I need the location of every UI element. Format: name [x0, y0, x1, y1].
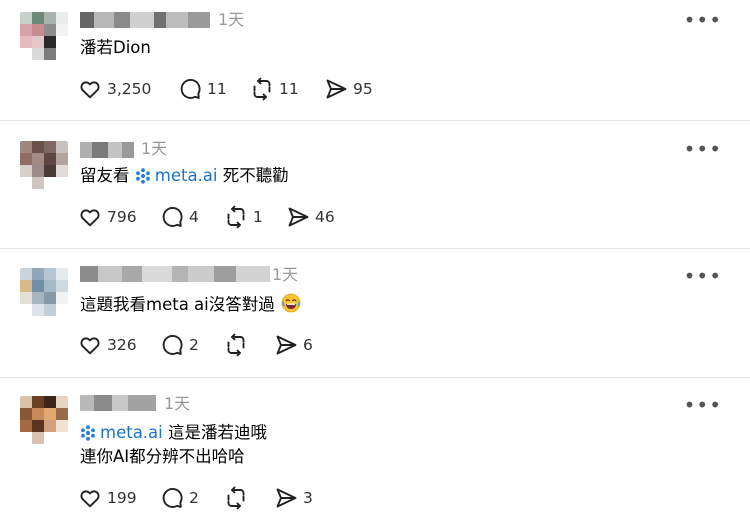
share-button[interactable]: 46 — [286, 205, 335, 229]
more-icon: ••• — [683, 8, 722, 32]
avatar[interactable] — [20, 141, 68, 189]
like-button[interactable]: 199 — [78, 486, 137, 510]
like-count: 796 — [107, 208, 137, 226]
timestamp[interactable]: 1天 — [272, 265, 298, 285]
share-button[interactable]: 6 — [274, 333, 313, 357]
share-button[interactable]: 95 — [324, 77, 373, 101]
reply-count: 2 — [189, 336, 199, 354]
send-icon — [286, 205, 310, 229]
post-text-line: 這題我看meta ai沒答對過 — [80, 295, 275, 314]
more-icon: ••• — [683, 393, 722, 417]
share-count: 46 — [315, 208, 335, 226]
timestamp[interactable]: 1天 — [164, 394, 190, 414]
username-redacted[interactable] — [80, 12, 210, 28]
comment-icon — [160, 333, 184, 357]
comment-icon — [160, 486, 184, 510]
post-text: meta.ai 這是潘若迪哦 — [80, 421, 267, 445]
avatar[interactable] — [20, 12, 68, 60]
mention-link[interactable]: meta.ai — [80, 423, 163, 442]
username-redacted[interactable] — [80, 266, 270, 282]
thread-reply: 1天 ••• 這題我看meta ai沒答對過 326 2 6 — [0, 249, 750, 377]
post-text-suffix: 死不聽勸 — [217, 166, 289, 185]
share-button[interactable]: 3 — [274, 486, 313, 510]
share-count: 6 — [303, 336, 313, 354]
like-count: 199 — [107, 489, 137, 507]
repost-button[interactable] — [224, 486, 253, 510]
heart-icon — [78, 205, 102, 229]
like-button[interactable]: 326 — [78, 333, 137, 357]
more-button[interactable]: ••• — [684, 10, 722, 30]
post-text-line-2: 連你AI都分辨不出哈哈 — [80, 447, 245, 466]
repost-icon — [224, 486, 248, 510]
username-redacted[interactable] — [80, 142, 134, 158]
post-text-prefix: 留友看 — [80, 166, 135, 185]
avatar[interactable] — [20, 396, 68, 444]
more-icon: ••• — [683, 264, 722, 288]
reply-button[interactable]: 4 — [160, 205, 199, 229]
thread-reply: 1天 ••• meta.ai 這是潘若迪哦 連你AI都分辨不出哈哈 199 2 … — [0, 378, 750, 518]
avatar[interactable] — [20, 268, 68, 316]
like-button[interactable]: 796 — [78, 205, 137, 229]
mention-text: meta.ai — [100, 423, 163, 442]
timestamp[interactable]: 1天 — [141, 139, 167, 159]
reply-button[interactable]: 2 — [160, 333, 199, 357]
laughing-emoji-icon — [281, 293, 301, 313]
reply-button[interactable]: 11 — [178, 77, 227, 101]
username-redacted[interactable] — [80, 395, 156, 411]
post-text: 這題我看meta ai沒答對過 — [80, 293, 301, 317]
share-count: 3 — [303, 489, 313, 507]
more-button[interactable]: ••• — [684, 266, 722, 286]
thread-reply: 1天 ••• 潘若Dion 3,250 11 11 95 — [0, 0, 750, 120]
repost-button[interactable] — [224, 333, 253, 357]
post-text: 潘若Dion — [80, 36, 151, 60]
repost-count: 11 — [279, 80, 299, 98]
repost-button[interactable]: 1 — [224, 205, 263, 229]
more-icon: ••• — [683, 137, 722, 161]
post-text-suffix: 這是潘若迪哦 — [162, 423, 267, 442]
repost-button[interactable]: 11 — [250, 77, 299, 101]
send-icon — [324, 77, 348, 101]
more-button[interactable]: ••• — [684, 395, 722, 415]
repost-icon — [224, 205, 248, 229]
thread-reply: 1天 ••• 留友看 meta.ai 死不聽勸 796 4 1 46 — [0, 121, 750, 248]
heart-icon — [78, 333, 102, 357]
like-button[interactable]: 3,250 — [78, 77, 151, 101]
share-count: 95 — [353, 80, 373, 98]
reply-count: 11 — [207, 80, 227, 98]
reply-count: 4 — [189, 208, 199, 226]
mention-text: meta.ai — [154, 166, 218, 185]
like-count: 3,250 — [107, 80, 152, 98]
post-text: 留友看 meta.ai 死不聽勸 — [80, 164, 289, 188]
like-count: 326 — [107, 336, 137, 354]
comment-icon — [178, 77, 202, 101]
repost-icon — [224, 333, 248, 357]
repost-count: 1 — [253, 208, 263, 226]
reply-button[interactable]: 2 — [160, 486, 199, 510]
repost-icon — [250, 77, 274, 101]
reply-count: 2 — [189, 489, 199, 507]
send-icon — [274, 333, 298, 357]
heart-icon — [78, 486, 102, 510]
mention-link[interactable]: meta.ai — [135, 166, 218, 185]
meta-ai-icon — [135, 168, 151, 184]
meta-ai-icon — [80, 425, 96, 441]
timestamp[interactable]: 1天 — [218, 10, 244, 30]
more-button[interactable]: ••• — [684, 139, 722, 159]
send-icon — [274, 486, 298, 510]
comment-icon — [160, 205, 184, 229]
post-text-line: 潘若Dion — [80, 38, 151, 57]
heart-icon — [78, 77, 102, 101]
